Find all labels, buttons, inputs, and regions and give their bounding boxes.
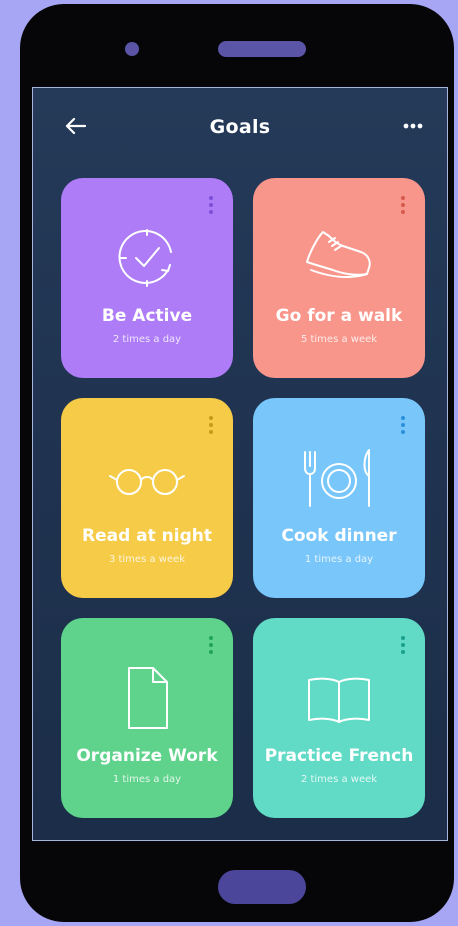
goal-frequency: 1 times a day [112,774,182,785]
card-menu-button[interactable] [207,196,215,220]
card-menu-button[interactable] [207,636,215,660]
open-book-icon [308,677,370,723]
more-horizontal-icon [403,123,423,129]
document-icon [128,667,168,729]
clock-refresh-icon [118,229,172,287]
goal-name: Practice French [264,746,414,766]
card-menu-button[interactable] [399,416,407,440]
card-menu-button[interactable] [399,196,407,220]
sneaker-icon [306,231,371,278]
goal-name: Cook dinner [281,526,397,546]
goal-card-organize-work[interactable]: Organize Work 1 times a day [61,618,233,818]
card-menu-button[interactable] [399,636,407,660]
goal-card-read-at-night[interactable]: Read at night 3 times a week [61,398,233,598]
speaker-grille [218,41,306,57]
plate-cutlery-icon [304,449,370,507]
goal-frequency: 5 times a week [300,334,378,345]
glasses-icon [109,469,185,495]
goal-card-cook-dinner[interactable]: Cook dinner 1 times a day [253,398,425,598]
goal-card-go-for-a-walk[interactable]: Go for a walk 5 times a week [253,178,425,378]
app-header: Goals [33,88,447,172]
card-menu-button[interactable] [207,416,215,440]
more-options-button[interactable] [399,118,427,132]
goal-frequency: 1 times a day [304,554,374,565]
app-screen: Goals Be Active 2 times a day Go for a w… [32,87,448,841]
goal-frequency: 2 times a week [300,774,378,785]
goal-frequency: 2 times a day [112,334,182,345]
goal-name: Go for a walk [275,306,403,326]
goal-name: Read at night [81,526,213,546]
home-button[interactable] [218,870,306,904]
goal-frequency: 3 times a week [108,554,186,565]
goal-card-practice-french[interactable]: Practice French 2 times a week [253,618,425,818]
goal-card-be-active[interactable]: Be Active 2 times a day [61,178,233,378]
page-title: Goals [209,116,271,138]
goal-name: Organize Work [76,746,218,766]
front-camera [125,42,139,56]
goal-name: Be Active [101,306,193,326]
